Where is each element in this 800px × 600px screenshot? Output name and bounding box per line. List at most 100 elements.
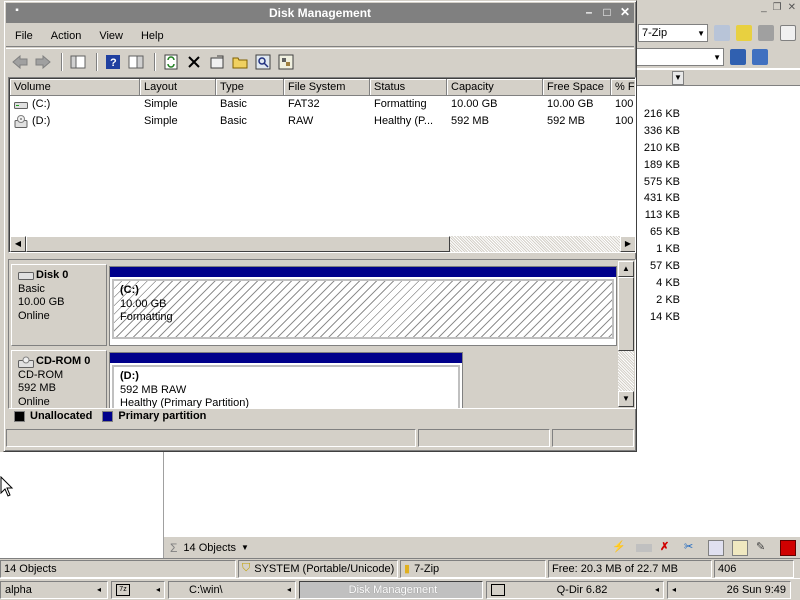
scroll-thumb[interactable] — [618, 277, 634, 351]
properties-view-button[interactable] — [126, 52, 146, 72]
refresh-button[interactable] — [161, 52, 181, 72]
col-free-space[interactable]: Free Space — [543, 79, 611, 96]
file-manager-toolbar: 7-Zip ▼ — [636, 20, 800, 46]
taskbar-7z[interactable]: 7z ◂ — [111, 580, 165, 599]
toolbar-separator — [154, 52, 156, 71]
file-size: 1 KB — [656, 243, 680, 256]
search-button[interactable] — [253, 52, 273, 72]
scroll-up-button[interactable]: ▲ — [618, 261, 634, 277]
menu-action[interactable]: Action — [42, 26, 91, 46]
minimize-icon[interactable]: _ — [761, 2, 767, 13]
taskbar-disk-management[interactable]: Disk Management — [299, 580, 483, 599]
status-pane — [552, 429, 634, 447]
star-icon[interactable] — [736, 25, 752, 41]
open-button[interactable] — [230, 52, 250, 72]
file-list-pane-lower[interactable] — [164, 452, 800, 536]
address-input[interactable]: ▼ — [636, 48, 724, 66]
console-tree-button[interactable] — [68, 52, 88, 72]
menu-view[interactable]: View — [90, 26, 132, 46]
file-size: 575 KB — [643, 175, 680, 188]
system-menu-icon[interactable]: ▪ — [12, 6, 22, 16]
taskbar-clock[interactable]: ◂ 26 Sun 9:49 — [667, 580, 791, 599]
disk-graphical-view[interactable]: Disk 0 Basic 10.00 GB Online (C:) 10.00 … — [8, 259, 636, 409]
taskbar-path[interactable]: C:\win\ ◂ — [168, 580, 296, 599]
copy-icon[interactable] — [708, 540, 724, 556]
percent-free-cell: 100 % — [615, 98, 635, 110]
scroll-right-button[interactable]: ▶ — [620, 236, 635, 252]
eraser-icon[interactable] — [636, 544, 652, 552]
title-bar[interactable]: ▪ Disk Management – □ ✕ — [6, 3, 634, 23]
folder-tree-pane[interactable] — [0, 452, 164, 558]
partition-d[interactable]: (D:) 592 MB RAW Healthy (Primary Partiti… — [112, 365, 460, 408]
zoom-icon[interactable] — [758, 25, 774, 41]
delete-button[interactable] — [184, 52, 204, 72]
view-icon[interactable] — [730, 49, 746, 65]
horizontal-scrollbar[interactable]: ◀ ▶ — [10, 236, 635, 252]
menu-help[interactable]: Help — [132, 26, 173, 46]
close-button[interactable]: ✕ — [618, 5, 632, 19]
disk-size: 10.00 GB — [18, 296, 65, 308]
volume-name: (D:) — [32, 115, 51, 127]
status-folder: ▮ 7-Zip — [400, 559, 546, 578]
column-header[interactable]: ▼ — [636, 70, 800, 86]
vertical-scrollbar[interactable]: ▲ ▼ — [618, 261, 634, 407]
capacity-cell: 10.00 GB — [451, 98, 498, 110]
properties-button[interactable] — [207, 52, 227, 72]
volume-row[interactable]: (C:) Simple Basic FAT32 Formatting 10.00… — [10, 96, 635, 113]
restore-icon[interactable]: ❐ — [773, 2, 782, 13]
settings-button[interactable] — [276, 52, 296, 72]
chevron-left-icon: ◂ — [286, 585, 291, 594]
stop-icon[interactable] — [780, 540, 796, 556]
taskbar-qdir[interactable]: Q-Dir 6.82 ◂ — [486, 580, 664, 599]
folder-icon: ▮ — [404, 563, 411, 575]
disk-0-label[interactable]: Disk 0 Basic 10.00 GB Online — [11, 264, 107, 346]
taskbar-alpha[interactable]: alpha ◂ — [0, 580, 108, 599]
scroll-track[interactable] — [450, 236, 620, 252]
file-size: 57 KB — [650, 260, 680, 273]
menu-file[interactable]: File — [6, 26, 42, 46]
help-button[interactable]: ? — [103, 52, 123, 72]
col-volume[interactable]: Volume — [10, 79, 140, 96]
scroll-left-button[interactable]: ◀ — [10, 236, 26, 252]
scroll-thumb[interactable] — [26, 236, 450, 252]
back-button[interactable] — [10, 52, 30, 72]
close-icon[interactable]: ✕ — [788, 2, 796, 13]
pen-icon[interactable]: ✎ — [756, 540, 772, 556]
file-size: 4 KB — [656, 276, 680, 289]
cdrom-0-label[interactable]: CD-ROM 0 CD-ROM 592 MB Online — [11, 350, 107, 408]
file-system-cell: FAT32 — [288, 98, 320, 110]
volume-row[interactable]: (D:) Simple Basic RAW Healthy (P... 592 … — [10, 113, 635, 130]
mdi-controls[interactable]: _ ❐ ✕ — [761, 2, 796, 13]
minimize-button[interactable]: – — [582, 5, 596, 19]
scroll-down-button[interactable]: ▼ — [618, 391, 634, 407]
maximize-button[interactable]: □ — [600, 5, 614, 19]
delete-icon[interactable]: ✗ — [660, 540, 676, 556]
qdir-icon — [491, 583, 505, 596]
col-layout[interactable]: Layout — [140, 79, 216, 96]
cd-drive-icon — [14, 114, 28, 128]
scroll-track[interactable] — [618, 351, 634, 391]
blank-icon[interactable] — [780, 25, 796, 41]
help-icon: ? — [106, 54, 120, 69]
folder-combo[interactable]: 7-Zip ▼ — [638, 24, 708, 42]
open-folder-icon — [232, 57, 248, 68]
forward-button[interactable] — [33, 52, 53, 72]
chevron-down-icon[interactable]: ▼ — [241, 543, 249, 552]
partition-c[interactable]: (C:) 10.00 GB Formatting — [112, 279, 614, 339]
lightning-icon[interactable]: ⚡ — [612, 540, 628, 556]
col-type[interactable]: Type — [216, 79, 284, 96]
file-size: 14 KB — [650, 310, 680, 323]
cut-icon[interactable]: ✂ — [684, 540, 700, 556]
paste-icon[interactable] — [732, 540, 748, 556]
object-count[interactable]: 14 Objects — [183, 542, 236, 554]
pane-icon[interactable] — [752, 49, 768, 65]
print-icon[interactable] — [714, 25, 730, 41]
col-file-system[interactable]: File System — [284, 79, 370, 96]
volume-list[interactable]: Volume Layout Type File System Status Ca… — [8, 77, 636, 253]
col-status[interactable]: Status — [370, 79, 447, 96]
type-cell: Basic — [220, 115, 247, 127]
volume-list-header: Volume Layout Type File System Status Ca… — [10, 79, 635, 96]
column-menu-button[interactable]: ▼ — [672, 71, 684, 85]
col-capacity[interactable]: Capacity — [447, 79, 543, 96]
col-percent-free[interactable]: % Fr — [611, 79, 635, 96]
